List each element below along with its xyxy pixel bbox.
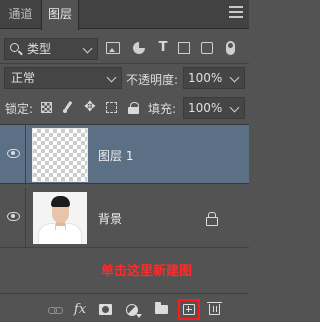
fx-icon[interactable]: fx: [73, 303, 87, 316]
divider: [0, 63, 249, 64]
tab-channels[interactable]: 通道: [0, 0, 41, 29]
smartobject-filter-icon[interactable]: [201, 42, 213, 54]
chevron-down-icon: [229, 102, 240, 113]
chevron-down-icon: [106, 72, 117, 83]
filter-toggle-icon[interactable]: [226, 41, 235, 55]
lock-image-pixels-icon[interactable]: [63, 102, 74, 113]
kind-filter-label: 类型: [27, 42, 52, 56]
fill-value: 100%: [188, 101, 223, 115]
visibility-eye-icon[interactable]: [7, 212, 20, 221]
layers-bottom-toolbar: fx: [0, 293, 249, 322]
opacity-field[interactable]: 100%: [183, 67, 245, 89]
type-filter-icon[interactable]: T: [157, 41, 169, 54]
panel-menu-icon[interactable]: [229, 6, 243, 20]
annotation-text: 单击这里新建图: [101, 264, 193, 279]
search-icon: [10, 43, 19, 52]
filter-row: 类型 T: [0, 36, 249, 62]
opacity-label: 不透明度:: [126, 73, 179, 87]
layer-thumbnail-portrait: [33, 192, 87, 244]
layer-mask-icon[interactable]: [99, 304, 112, 315]
link-layers-icon[interactable]: [48, 303, 63, 316]
layer-name[interactable]: 背景: [98, 210, 122, 227]
lock-transparent-pixels-icon[interactable]: [41, 102, 52, 113]
kind-filter-dropdown[interactable]: 类型: [4, 38, 98, 60]
lock-artboard-icon[interactable]: [106, 102, 117, 113]
adjustment-filter-icon[interactable]: [133, 42, 145, 54]
visibility-eye-icon[interactable]: [7, 149, 20, 158]
chevron-down-icon: [229, 72, 240, 83]
image-filter-icon[interactable]: [106, 42, 120, 54]
trash-icon[interactable]: [207, 302, 222, 315]
shape-filter-icon[interactable]: [178, 42, 190, 54]
fill-label: 填充:: [148, 102, 177, 116]
new-layer-button[interactable]: [178, 299, 200, 320]
lock-all-icon[interactable]: [128, 102, 139, 114]
blend-row: 正常 不透明度: 100%: [0, 65, 249, 91]
panel-tab-bar: 通道 图层: [0, 0, 249, 30]
lock-label: 锁定:: [5, 102, 34, 116]
new-layer-icon: [183, 304, 195, 315]
blend-mode-value: 正常: [11, 71, 36, 85]
layer-name[interactable]: 图层 1: [98, 147, 133, 164]
tab-layers[interactable]: 图层: [41, 0, 79, 30]
layer-thumbnail: [32, 128, 88, 182]
lock-position-icon[interactable]: ✥: [84, 100, 96, 114]
layer-row-layer1[interactable]: 图层 1: [0, 124, 249, 185]
lock-row: 锁定: ✥ 填充: 100%: [0, 96, 249, 120]
adjustment-layer-icon[interactable]: [126, 304, 142, 318]
blend-mode-dropdown[interactable]: 正常: [4, 67, 122, 89]
fill-field[interactable]: 100%: [183, 97, 245, 119]
group-folder-icon[interactable]: [155, 302, 168, 314]
layer-row-background[interactable]: 背景: [0, 188, 249, 248]
lock-icon: [206, 212, 218, 226]
opacity-value: 100%: [188, 71, 223, 85]
chevron-down-icon: [82, 43, 93, 54]
